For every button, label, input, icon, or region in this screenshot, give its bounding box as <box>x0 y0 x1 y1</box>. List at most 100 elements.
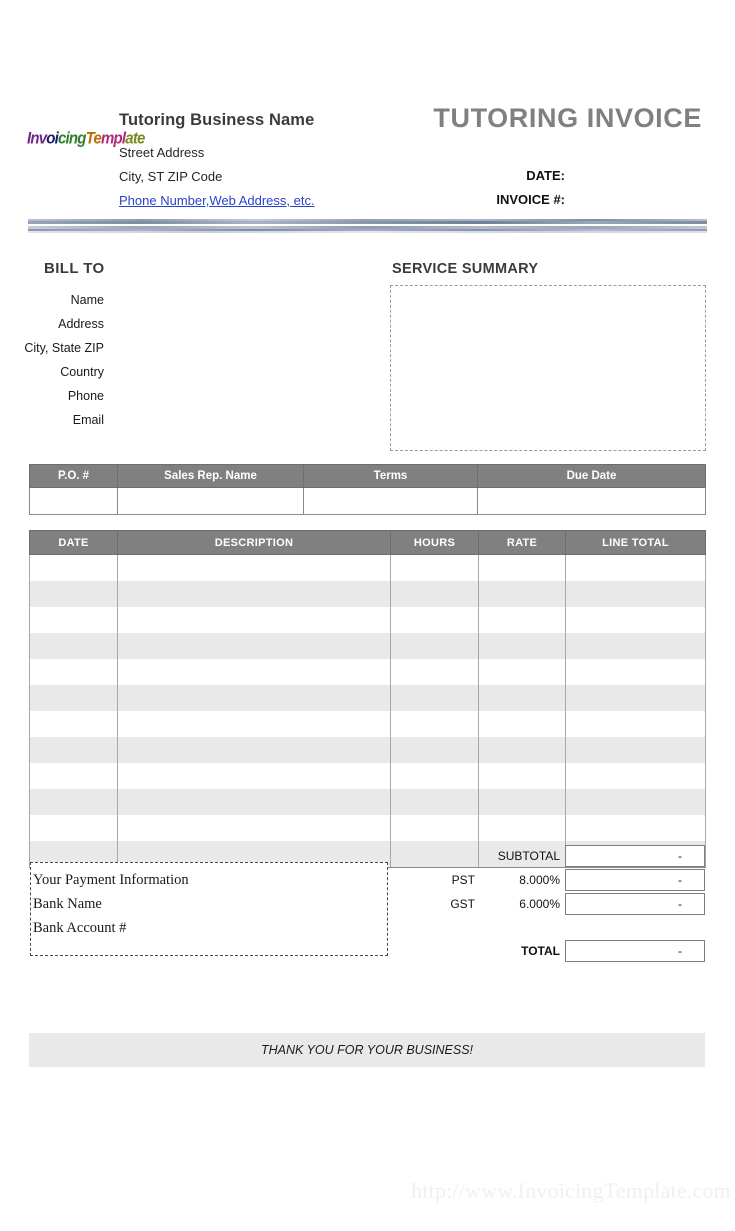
items-cell-rate[interactable] <box>478 607 566 633</box>
items-cell-hours[interactable] <box>390 711 479 737</box>
items-cell-description[interactable] <box>117 607 391 633</box>
items-table-header-row: DATE DESCRIPTION HOURS RATE LINE TOTAL <box>29 530 706 555</box>
items-cell-description[interactable] <box>117 815 391 841</box>
po-header-po-number: P.O. # <box>29 464 118 488</box>
items-cell-description[interactable] <box>117 554 391 581</box>
payment-bank-account: Bank Account # <box>33 920 127 936</box>
items-cell-line-total[interactable] <box>565 607 706 633</box>
tax2-rate[interactable]: 6.000% <box>480 897 560 911</box>
items-cell-description[interactable] <box>117 633 391 659</box>
items-cell-line-total[interactable] <box>565 685 706 711</box>
items-header-line-total: LINE TOTAL <box>565 530 706 555</box>
items-cell-description[interactable] <box>117 659 391 685</box>
table-row <box>29 763 706 789</box>
items-cell-hours[interactable] <box>390 789 479 815</box>
bill-to-phone-label: Phone <box>67 389 104 403</box>
company-name: Tutoring Business Name <box>119 111 315 129</box>
items-cell-line-total[interactable] <box>565 737 706 763</box>
tax1-name: PST <box>451 873 475 887</box>
items-cell-date[interactable] <box>29 607 118 633</box>
items-cell-line-total[interactable] <box>565 789 706 815</box>
invoice-page: InvoicingTemplate Tutoring Business Name… <box>0 0 735 1231</box>
thank-you-banner: THANK YOU FOR YOUR BUSINESS! <box>29 1033 705 1067</box>
items-cell-date[interactable] <box>29 659 118 685</box>
items-cell-hours[interactable] <box>390 737 479 763</box>
po-cell-terms[interactable] <box>303 487 478 515</box>
items-header-description: DESCRIPTION <box>117 530 391 555</box>
items-cell-hours[interactable] <box>390 607 479 633</box>
items-cell-rate[interactable] <box>478 581 566 607</box>
po-cell-po-number[interactable] <box>29 487 118 515</box>
items-cell-rate[interactable] <box>478 685 566 711</box>
items-cell-description[interactable] <box>117 737 391 763</box>
logo-part-4: Te <box>85 128 102 148</box>
po-cell-sales-rep[interactable] <box>117 487 304 515</box>
header-divider <box>28 219 707 233</box>
items-cell-hours[interactable] <box>390 554 479 581</box>
items-cell-date[interactable] <box>29 581 118 607</box>
items-cell-description[interactable] <box>117 581 391 607</box>
bill-to-heading: BILL TO <box>44 260 105 277</box>
payment-info-heading: Your Payment Information <box>33 872 189 888</box>
items-cell-description[interactable] <box>117 763 391 789</box>
logo-part-3: cing <box>58 128 86 148</box>
po-header-sales-rep: Sales Rep. Name <box>117 464 304 488</box>
bill-to-country-label: Country <box>60 365 104 379</box>
items-cell-rate[interactable] <box>478 789 566 815</box>
items-cell-hours[interactable] <box>390 581 479 607</box>
items-cell-line-total[interactable] <box>565 633 706 659</box>
po-table-header-row: P.O. # Sales Rep. Name Terms Due Date <box>29 464 706 488</box>
items-cell-hours[interactable] <box>390 763 479 789</box>
items-header-rate: RATE <box>478 530 566 555</box>
po-header-due-date: Due Date <box>477 464 706 488</box>
items-cell-description[interactable] <box>117 789 391 815</box>
po-cell-due-date[interactable] <box>477 487 706 515</box>
items-cell-date[interactable] <box>29 763 118 789</box>
items-header-hours: HOURS <box>390 530 479 555</box>
items-cell-rate[interactable] <box>478 554 566 581</box>
items-cell-date[interactable] <box>29 633 118 659</box>
items-cell-line-total[interactable] <box>565 554 706 581</box>
items-cell-hours[interactable] <box>390 815 479 841</box>
items-cell-line-total[interactable] <box>565 711 706 737</box>
table-row <box>29 711 706 737</box>
items-cell-date[interactable] <box>29 737 118 763</box>
po-info-table: P.O. # Sales Rep. Name Terms Due Date <box>29 464 706 515</box>
service-summary-heading: SERVICE SUMMARY <box>392 261 539 277</box>
items-cell-hours[interactable] <box>390 659 479 685</box>
items-cell-date[interactable] <box>29 685 118 711</box>
items-cell-date[interactable] <box>29 711 118 737</box>
items-cell-rate[interactable] <box>478 815 566 841</box>
items-cell-description[interactable] <box>117 685 391 711</box>
items-cell-rate[interactable] <box>478 659 566 685</box>
bill-to-name-label: Name <box>70 293 104 307</box>
total-label: TOTAL <box>521 944 560 958</box>
items-cell-date[interactable] <box>29 554 118 581</box>
logo-part-2: oi <box>46 128 59 148</box>
table-row <box>29 685 706 711</box>
table-row <box>29 737 706 763</box>
tax2-value: - <box>565 893 705 915</box>
items-cell-rate[interactable] <box>478 763 566 789</box>
items-cell-line-total[interactable] <box>565 659 706 685</box>
company-contact-link[interactable]: Phone Number,Web Address, etc. <box>119 193 315 208</box>
subtotal-label: SUBTOTAL <box>497 849 560 863</box>
items-cell-date[interactable] <box>29 815 118 841</box>
items-cell-rate[interactable] <box>478 711 566 737</box>
service-summary-box[interactable] <box>390 285 706 451</box>
items-cell-hours[interactable] <box>390 685 479 711</box>
divider-band <box>28 231 707 233</box>
bill-to-address-label: Address <box>58 317 104 331</box>
tax1-rate[interactable]: 8.000% <box>480 873 560 887</box>
items-cell-rate[interactable] <box>478 737 566 763</box>
items-cell-description[interactable] <box>117 711 391 737</box>
items-cell-line-total[interactable] <box>565 581 706 607</box>
page-title: TUTORING INVOICE <box>433 103 702 133</box>
invoicing-template-logo: InvoicingTemplate <box>27 126 145 153</box>
items-cell-line-total[interactable] <box>565 763 706 789</box>
items-cell-line-total[interactable] <box>565 815 706 841</box>
invoice-date-label: DATE: <box>526 168 565 183</box>
items-cell-rate[interactable] <box>478 633 566 659</box>
items-cell-date[interactable] <box>29 789 118 815</box>
items-cell-hours[interactable] <box>390 633 479 659</box>
